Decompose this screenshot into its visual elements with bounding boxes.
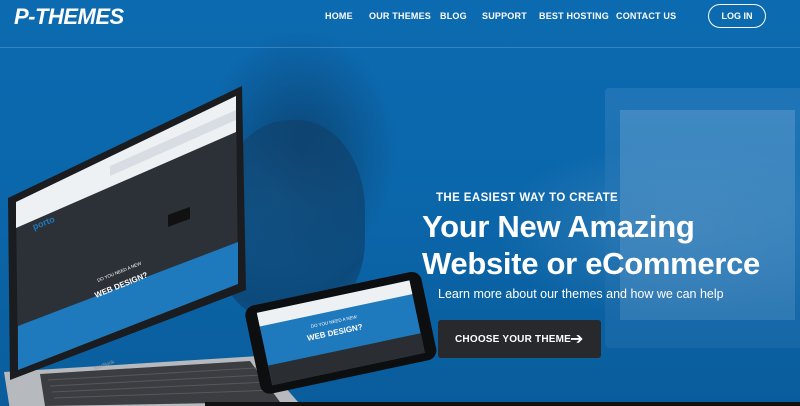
devices-mockup: porto DO YOU NEED A NEW WEB DESIGN? MacB… — [4, 86, 437, 406]
hero-subline: Learn more about our themes and how we c… — [438, 287, 724, 301]
arrow-right-icon: ➔ — [570, 331, 584, 348]
nav-blog[interactable]: BLOG — [440, 11, 467, 21]
hero-kicker: THE EASIEST WAY TO CREATE — [436, 192, 619, 204]
login-button[interactable]: LOG IN — [708, 4, 766, 28]
hero-headline: Your New Amazing Website or eCommerce — [422, 208, 760, 282]
bottom-edge-bar — [205, 402, 800, 406]
choose-theme-label: CHOOSE YOUR THEME — [455, 334, 572, 345]
top-navbar: P-THEMES HOME OUR THEMES BLOG SUPPORT BE… — [0, 0, 800, 48]
nav-support[interactable]: SUPPORT — [482, 11, 527, 21]
hero-headline-line-2: Website or eCommerce — [422, 246, 760, 281]
hero-headline-line-1: Your New Amazing — [422, 209, 695, 244]
nav-best-hosting[interactable]: BEST HOSTING — [539, 11, 609, 21]
phone: DO YOU NEED A NEW WEB DESIGN? — [245, 271, 437, 394]
nav-contact-us[interactable]: CONTACT US — [616, 11, 676, 21]
hero-section: P-THEMES HOME OUR THEMES BLOG SUPPORT BE… — [0, 0, 800, 406]
choose-theme-button[interactable]: CHOOSE YOUR THEME ➔ — [438, 320, 601, 358]
main-nav: HOME OUR THEMES BLOG SUPPORT BEST HOSTIN… — [0, 11, 800, 23]
nav-home[interactable]: HOME — [325, 11, 353, 21]
nav-our-themes[interactable]: OUR THEMES — [369, 11, 431, 21]
